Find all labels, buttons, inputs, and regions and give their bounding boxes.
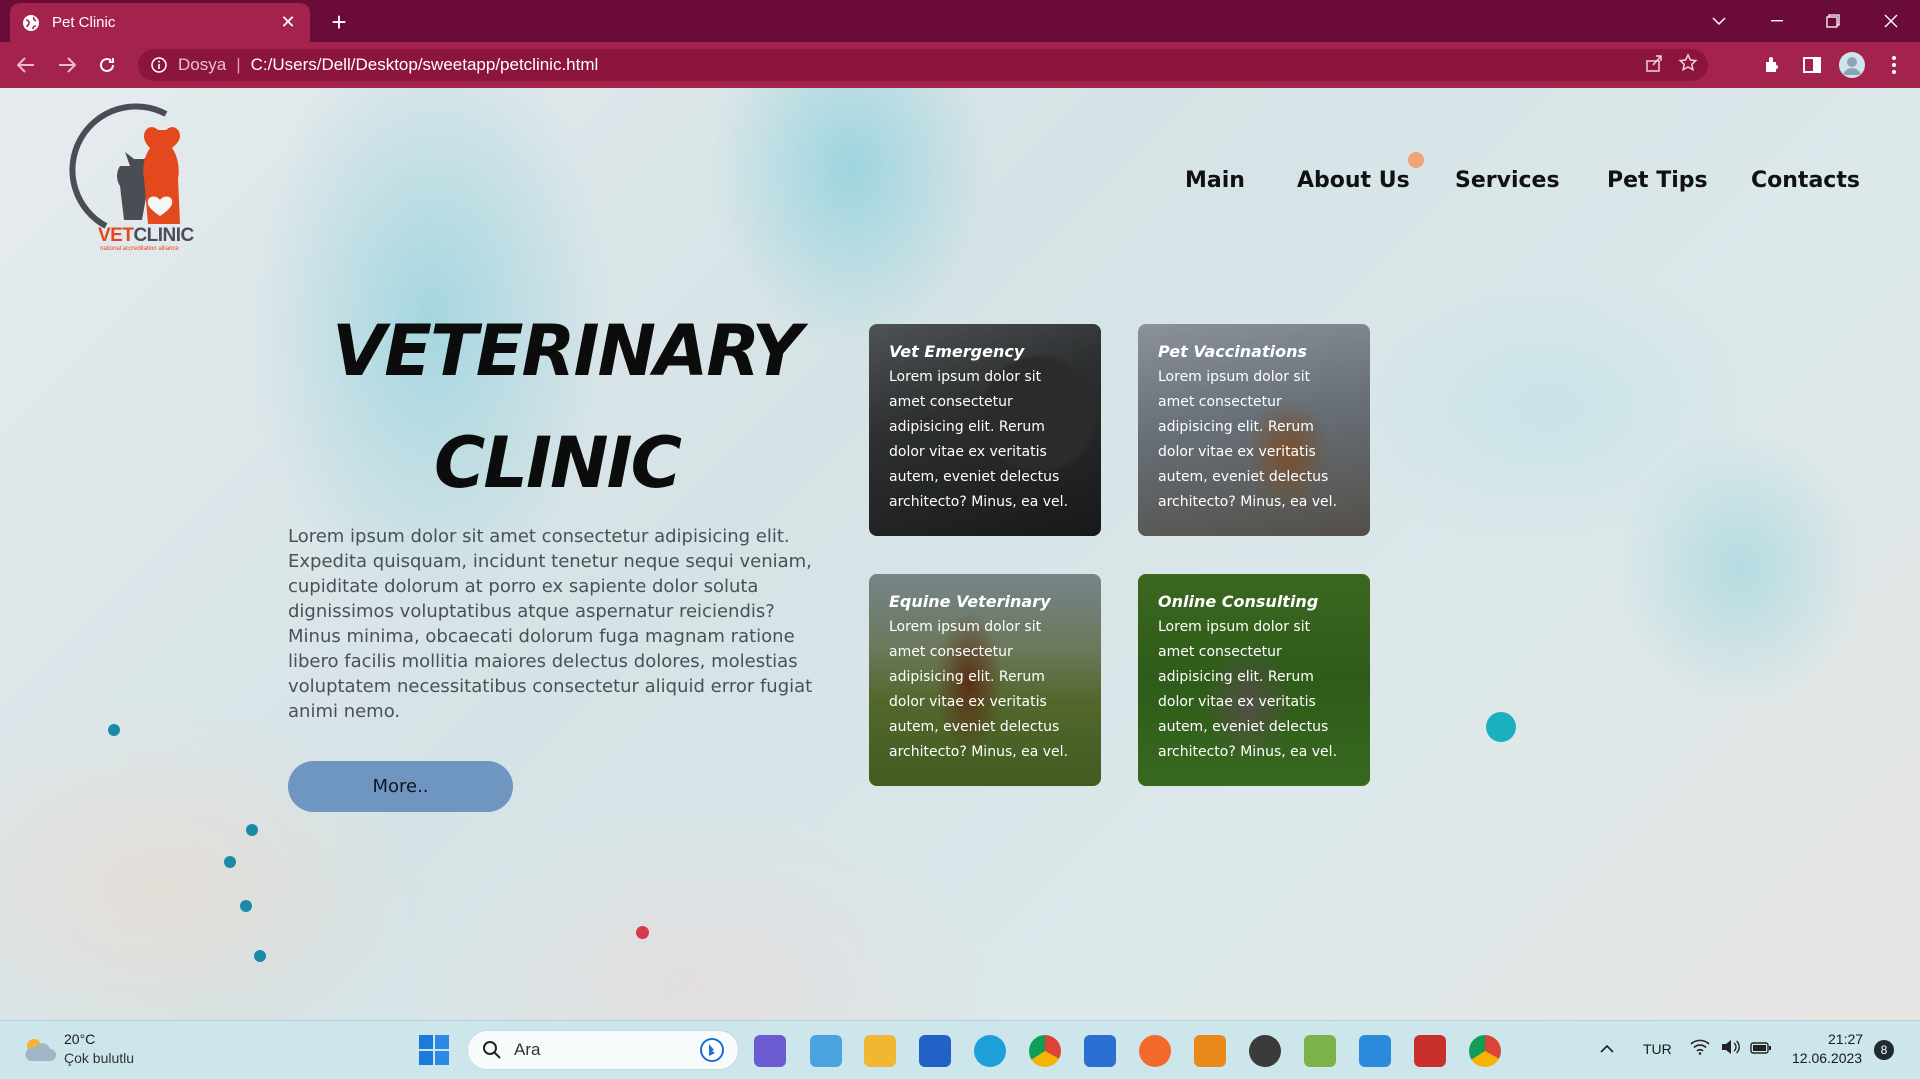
bookmark-star-icon[interactable] <box>1678 53 1698 78</box>
nav-about-us[interactable]: About Us <box>1297 168 1410 193</box>
address-bar[interactable]: Dosya | C:/Users/Dell/Desktop/sweetapp/p… <box>138 49 1708 81</box>
logo-tagline: national accreditation alliance <box>100 246 179 252</box>
logo-clinic-text: CLINIC <box>133 225 194 246</box>
card-body: Lorem ipsum dolor sit amet consectetur a… <box>1158 369 1338 510</box>
forward-icon[interactable] <box>53 51 81 79</box>
weather-description[interactable]: Çok bulutlu <box>64 1050 134 1066</box>
notepad-icon[interactable] <box>810 1035 842 1067</box>
card-body: Lorem ipsum dolor sit amet consectetur a… <box>889 619 1069 760</box>
chrome-profile-icon[interactable] <box>1469 1035 1501 1067</box>
tab-close-icon[interactable]: ✕ <box>278 12 298 33</box>
weather-cloud-icon[interactable] <box>22 1035 56 1069</box>
more-button[interactable]: More.. <box>288 761 513 812</box>
decor-dot <box>254 950 266 962</box>
battery-icon[interactable] <box>1750 1040 1772 1059</box>
card-title: Pet Vaccinations <box>1158 342 1307 361</box>
nav-pet-tips[interactable]: Pet Tips <box>1607 168 1708 193</box>
browser-menu-icon[interactable] <box>1880 51 1908 79</box>
volume-icon[interactable] <box>1720 1039 1740 1059</box>
card-equine-veterinary[interactable]: Equine Veterinary Lorem ipsum dolor sit … <box>869 574 1101 786</box>
new-tab-icon[interactable]: + <box>325 7 353 37</box>
url-text[interactable]: C:/Users/Dell/Desktop/sweetapp/petclinic… <box>251 55 599 75</box>
chevron-up-icon[interactable] <box>1600 1039 1614 1058</box>
share-icon[interactable] <box>1644 53 1664 78</box>
teams-icon[interactable] <box>754 1035 786 1067</box>
profile-avatar[interactable] <box>1838 51 1866 79</box>
nav-services[interactable]: Services <box>1455 168 1560 193</box>
clock-date[interactable]: 12.06.2023 <box>1792 1050 1862 1066</box>
webpage-viewport: VETCLINIC national accreditation allianc… <box>0 88 1920 1020</box>
browser-tab-active[interactable]: Pet Clinic ✕ <box>10 3 310 42</box>
decor-dot <box>1408 152 1424 168</box>
nav-contacts[interactable]: Contacts <box>1751 168 1860 193</box>
language-indicator[interactable]: TUR <box>1643 1041 1672 1057</box>
edge-icon[interactable] <box>974 1035 1006 1067</box>
vscode-icon[interactable] <box>1359 1035 1391 1067</box>
card-title: Vet Emergency <box>889 342 1025 361</box>
bing-icon[interactable] <box>700 1038 724 1062</box>
card-pet-vaccinations[interactable]: Pet Vaccinations Lorem ipsum dolor sit a… <box>1138 324 1370 536</box>
extensions-icon[interactable] <box>1758 51 1786 79</box>
firefox-icon[interactable] <box>1139 1035 1171 1067</box>
nav-main[interactable]: Main <box>1185 168 1245 193</box>
hero-title-line1: VETERINARY <box>332 310 802 392</box>
globe-icon <box>22 14 40 32</box>
close-window-icon[interactable] <box>1866 0 1916 42</box>
file-explorer-icon[interactable] <box>864 1035 896 1067</box>
store-icon[interactable] <box>919 1035 951 1067</box>
tab-title: Pet Clinic <box>52 14 116 31</box>
wifi-icon[interactable] <box>1690 1039 1710 1059</box>
card-body: Lorem ipsum dolor sit amet consectetur a… <box>889 369 1069 510</box>
obs-icon[interactable] <box>1249 1035 1281 1067</box>
search-icon <box>482 1040 502 1060</box>
card-online-consulting[interactable]: Online Consulting Lorem ipsum dolor sit … <box>1138 574 1370 786</box>
search-app-icon[interactable] <box>1194 1035 1226 1067</box>
tab-search-icon[interactable] <box>1694 0 1744 42</box>
card-vet-emergency[interactable]: Vet Emergency Lorem ipsum dolor sit amet… <box>869 324 1101 536</box>
weather-temp[interactable]: 20°C <box>64 1031 95 1047</box>
logo-vet-text: VET <box>98 225 134 246</box>
minimize-icon[interactable] <box>1752 0 1802 42</box>
search-placeholder: Ara <box>514 1040 541 1059</box>
logo-wordmark: VETCLINIC <box>98 225 194 247</box>
back-icon[interactable] <box>12 51 40 79</box>
decor-dot <box>246 824 258 836</box>
clock-time[interactable]: 21:27 <box>1828 1031 1863 1047</box>
windows-taskbar: 20°C Çok bulutlu Ara TUR 21:27 12.06.202… <box>0 1020 1920 1079</box>
card-title: Online Consulting <box>1158 592 1319 611</box>
decor-dot <box>240 900 252 912</box>
mail-icon[interactable] <box>1084 1035 1116 1067</box>
site-info-icon[interactable] <box>150 56 168 74</box>
card-title: Equine Veterinary <box>889 592 1051 611</box>
hero-description: Lorem ipsum dolor sit amet consectetur a… <box>288 526 813 722</box>
browser-toolbar: Dosya | C:/Users/Dell/Desktop/sweetapp/p… <box>0 42 1920 88</box>
side-panel-icon[interactable] <box>1798 51 1826 79</box>
paint-icon[interactable] <box>1304 1035 1336 1067</box>
restore-icon[interactable] <box>1808 0 1858 42</box>
chrome-icon[interactable] <box>1029 1035 1061 1067</box>
hero-title-line2: CLINIC <box>434 422 682 504</box>
url-scheme-label: Dosya <box>178 55 227 74</box>
notification-badge[interactable]: 8 <box>1874 1040 1894 1060</box>
decor-dot <box>1486 712 1516 742</box>
recorder-icon[interactable] <box>1414 1035 1446 1067</box>
taskbar-search[interactable]: Ara <box>467 1030 739 1070</box>
windows-start-icon[interactable] <box>419 1035 449 1069</box>
reload-icon[interactable] <box>93 51 121 79</box>
card-body: Lorem ipsum dolor sit amet consectetur a… <box>1158 619 1338 760</box>
url-separator: | <box>236 55 241 74</box>
decor-dot <box>108 724 120 736</box>
decor-dot <box>636 926 649 939</box>
browser-tab-bar: Pet Clinic ✕ + <box>0 0 1920 42</box>
decor-dot <box>224 856 236 868</box>
